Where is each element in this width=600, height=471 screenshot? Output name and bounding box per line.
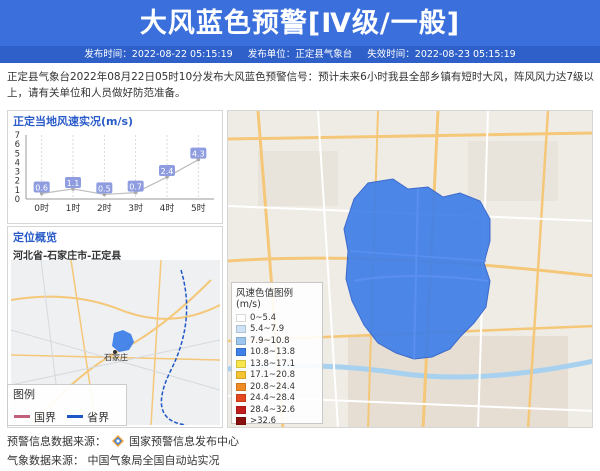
wind-series-line bbox=[41, 159, 199, 196]
warning-title: 大风蓝色预警[Ⅳ级/一般] bbox=[139, 8, 461, 39]
y-tick-label: 2 bbox=[15, 177, 20, 187]
issue-time: 发布时间：2022-08-22 05:15:19 bbox=[84, 49, 233, 60]
location-panel-title: 定位概览 bbox=[13, 231, 57, 244]
wind-legend-swatch bbox=[236, 348, 246, 357]
legend-province-border: 省界 bbox=[67, 409, 109, 425]
wind-legend-item: 5.4~7.9 bbox=[232, 324, 322, 336]
data-label: 4.3 bbox=[192, 150, 205, 159]
data-label: 0.6 bbox=[35, 184, 48, 193]
wind-legend-label: 5.4~7.9 bbox=[250, 324, 285, 335]
data-label: 0.5 bbox=[98, 184, 111, 193]
wind-legend-label: 28.4~32.6 bbox=[250, 404, 295, 415]
wind-legend-swatch bbox=[236, 417, 246, 426]
wind-legend-item: 13.8~17.1 bbox=[232, 358, 322, 370]
data-label: 1.1 bbox=[67, 179, 80, 188]
warning-header: 大风蓝色预警[Ⅳ级/一般] 发布时间：2022-08-22 05:15:19 发… bbox=[0, 0, 600, 63]
warning-center-logo-icon bbox=[111, 435, 124, 447]
wind-legend-swatch bbox=[236, 405, 246, 414]
weather-source-line: 气象数据来源： 中国气象局全国自动站实况 bbox=[7, 452, 220, 468]
warning-description: 正定县气象台2022年08月22日05时10分发布大风蓝色预警信号：预计未来6小… bbox=[7, 71, 595, 99]
wind-legend-swatch bbox=[236, 359, 246, 368]
wind-speed-chart: 01234567 0时 1时 2时 3时 4时 5时 0.6 1.1 0.5 0.7 2.4 4.3 bbox=[15, 131, 214, 214]
y-tick-label: 0 bbox=[15, 195, 20, 205]
wind-legend-label: 10.8~13.8 bbox=[250, 347, 295, 358]
wind-legend-title: 风速色值图例 (m/s) bbox=[236, 288, 294, 310]
wind-legend-item: 0~5.4 bbox=[232, 312, 322, 324]
wind-legend-swatch bbox=[236, 394, 246, 403]
wind-legend-swatch bbox=[236, 382, 246, 391]
wind-legend-item: 17.1~20.8 bbox=[232, 370, 322, 382]
wind-legend-label: 20.8~24.4 bbox=[250, 381, 295, 392]
weather-source-label: 气象数据来源： bbox=[7, 454, 84, 467]
province-border-swatch bbox=[67, 415, 84, 418]
wind-legend-label: 17.1~20.8 bbox=[250, 370, 295, 381]
y-tick-label: 1 bbox=[15, 186, 20, 196]
x-tick-label: 5时 bbox=[191, 202, 206, 214]
wind-legend-label: 7.9~10.8 bbox=[250, 335, 290, 346]
y-tick-label: 6 bbox=[15, 140, 20, 150]
y-tick-label: 4 bbox=[15, 158, 20, 168]
wind-legend-item: >32.6 bbox=[232, 416, 322, 428]
weather-source: 中国气象局全国自动站实况 bbox=[87, 454, 220, 467]
wind-legend-label: 24.4~28.4 bbox=[250, 393, 295, 404]
wind-legend-item: 10.8~13.8 bbox=[232, 347, 322, 359]
wind-legend-label: >32.6 bbox=[250, 416, 277, 427]
wind-speed-panel: 正定当地风速实况(m/s) 0 1 2 3 4 5 6 7 0时 1时 2时 3时 4时 5时 0.6 1.1… bbox=[7, 110, 223, 224]
wind-legend-label: 13.8~17.1 bbox=[250, 358, 295, 369]
y-tick-label: 3 bbox=[15, 168, 20, 178]
overview-legend: 图例 国界 省界 bbox=[7, 384, 127, 426]
wind-legend-item: 20.8~24.4 bbox=[232, 381, 322, 393]
wind-legend-swatch bbox=[236, 313, 246, 322]
wind-legend-item: 28.4~32.6 bbox=[232, 404, 322, 416]
overview-legend-title: 图例 bbox=[13, 388, 35, 401]
wind-legend-label: 0~5.4 bbox=[250, 312, 277, 323]
wind-legend-swatch bbox=[236, 336, 246, 345]
wind-legend-item: 24.4~28.4 bbox=[232, 393, 322, 405]
data-label: 2.4 bbox=[161, 167, 174, 176]
wind-legend-swatch bbox=[236, 371, 246, 380]
wind-legend-swatch bbox=[236, 325, 246, 334]
expire-time: 失效时间：2022-08-23 05:15:19 bbox=[367, 49, 516, 60]
issuer: 发布单位：正定县气象台 bbox=[247, 49, 353, 60]
national-border-swatch bbox=[14, 415, 30, 418]
data-label: 0.7 bbox=[129, 183, 142, 192]
warning-source: 国家预警信息发布中心 bbox=[129, 435, 239, 448]
legend-national-border: 国界 bbox=[14, 409, 56, 425]
x-tick-label: 4时 bbox=[160, 202, 175, 214]
wind-legend-item: 7.9~10.8 bbox=[232, 335, 322, 347]
y-tick-label: 7 bbox=[15, 131, 20, 141]
wind-color-legend: 风速色值图例 (m/s) 0~5.4 5.4~7.9 7.9~10.8 10.8~13… bbox=[231, 282, 323, 426]
warning-meta-bar: 发布时间：2022-08-22 05:15:19 发布单位：正定县气象台 失效时… bbox=[0, 46, 600, 63]
x-tick-label: 3时 bbox=[128, 202, 143, 214]
x-tick-label: 0时 bbox=[34, 202, 49, 214]
x-tick-label: 2时 bbox=[97, 202, 112, 214]
warning-source-label: 预警信息数据来源： bbox=[7, 435, 106, 448]
warning-source-line: 预警信息数据来源： 国家预警信息发布中心 bbox=[7, 433, 239, 449]
y-tick-label: 5 bbox=[15, 149, 20, 159]
city-label: 石家庄 bbox=[104, 352, 128, 362]
x-tick-label: 1时 bbox=[66, 202, 81, 214]
